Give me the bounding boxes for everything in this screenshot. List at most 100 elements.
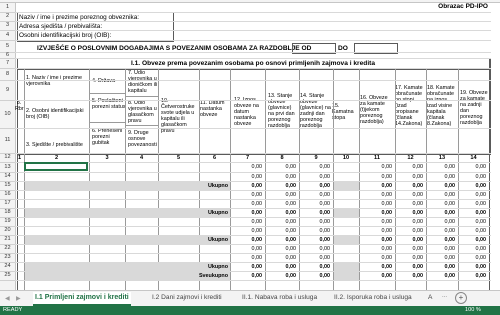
cell-value: 0,00 [319,200,331,207]
row-number[interactable]: 5 [0,43,15,49]
zoom-level[interactable]: 100 % [465,307,481,313]
subtotal-value: 0,00 [251,263,263,270]
cell-value: 0,00 [475,254,487,261]
cell-value: 0,00 [251,254,263,261]
cell-value: 0,00 [381,227,393,234]
cell-value: 0,00 [285,218,297,225]
row-number[interactable]: 24 [0,263,15,269]
column-number: 9 [314,155,318,161]
cell-value: 0,00 [381,254,393,261]
cell-value: 0,00 [381,245,393,252]
subtotal-value: 0,00 [444,236,456,243]
tab-nabava-roba[interactable]: II.1. Nabava roba i usluga [240,292,319,304]
row-number[interactable]: 1 [0,4,15,10]
tab-dani-zajmovi[interactable]: I.2 Dani zajmovi i krediti [150,292,224,304]
row-number[interactable]: 25 [0,272,15,278]
cell-value: 0,00 [412,254,424,261]
ukupno-label: Ukupno [207,209,228,216]
col-tax-loss-header: 6. Preneseni porezni gubitak [92,128,123,147]
column-number: 8 [280,155,284,161]
row-number[interactable]: 2 [0,13,15,19]
row-number[interactable]: 14 [0,173,15,179]
subtotal-value: 0,00 [285,209,297,216]
col-interest-last-day-header: 19. Obveze za kamate na zadnji dan porez… [460,90,488,127]
row-number[interactable]: 23 [0,254,15,260]
cell-value: 0,00 [251,164,263,170]
cell-value: 0,00 [319,173,331,180]
taxpayer-info-box [17,12,174,42]
subtotal-value: 0,00 [251,209,263,216]
status-bar [0,306,500,315]
scroll-left-icon[interactable]: ◀ [5,295,10,302]
cell-value: 0,00 [285,200,297,207]
subtotal-value: 0,00 [285,182,297,189]
row-number[interactable]: 19 [0,218,15,224]
scroll-right-icon[interactable]: ▶ [16,295,21,302]
cell-value: 0,00 [475,245,487,252]
row-number[interactable]: 18 [0,209,15,215]
col-rbr-header: 8. Rbr [15,100,24,113]
cell-value: 0,00 [285,254,297,261]
cell-value: 0,00 [319,218,331,225]
cell-value: 0,00 [444,227,456,234]
row-number[interactable]: 20 [0,227,15,233]
cell-value: 0,00 [412,191,424,198]
cell-value: 0,00 [319,191,331,198]
cell-value: 0,00 [412,218,424,225]
status-text: READY [3,307,23,313]
more-tabs-icon[interactable]: ... [442,293,447,299]
row-number[interactable]: 10 [0,111,15,117]
subtotal-value: 0,00 [381,263,393,270]
subtotal-value: 0,00 [412,209,424,216]
row-number[interactable]: 15 [0,182,15,188]
row-number[interactable]: 3 [0,22,15,28]
tab-isporuka-roba[interactable]: II.2. Isporuka roba i usluga [332,292,414,304]
col-interest-above-capital-header: 18. Kamate obračunate na iznos izad visi… [427,85,455,128]
subtotal-value: 0,00 [444,263,456,270]
col-seat-header: 3. Sjedište / prebivalište [26,142,83,148]
column-number: 2 [54,155,59,161]
column-number: 10 [342,155,350,161]
grand-total-value: 0,00 [319,272,331,279]
cell-value: 0,00 [319,254,331,261]
subtotal-value: 0,00 [381,236,393,243]
subtotal-value: 0,00 [285,263,297,270]
column-number: 11 [374,155,380,161]
row-number[interactable]: 22 [0,245,15,251]
selected-cell[interactable] [24,162,88,171]
row-number[interactable]: 8 [0,71,15,77]
row-number[interactable]: 13 [0,164,15,170]
subtotal-value: 0,00 [251,182,263,189]
grand-total-value: 0,00 [412,272,424,279]
subtotal-value: 0,00 [475,236,487,243]
cell-value: 0,00 [444,254,456,261]
row-number[interactable]: 11 [0,137,15,143]
col-date-header: 11. Datum nastanka obveze [200,100,225,119]
sveukupno-label: Sveukupno [198,272,228,279]
add-sheet-icon[interactable]: + [455,292,467,304]
cell-value: 0,00 [444,200,456,207]
row-number[interactable]: 17 [0,200,15,206]
col-capital-share-header: 7. Udio vjerovnika u dioničkom ili kapit… [128,70,158,95]
cell-value: 0,00 [251,200,263,207]
row-number[interactable]: 16 [0,191,15,197]
column-number: 7 [245,155,250,161]
cell-value: 0,00 [285,164,297,170]
cell-value: 0,00 [251,173,263,180]
tab-primljeni-zajmovi[interactable]: I.1 Primljeni zajmovi i krediti [33,292,131,306]
row-number[interactable]: 21 [0,236,15,242]
subtotal-value: 0,00 [412,263,424,270]
cell-value: 0,00 [251,191,263,198]
cell-value: 0,00 [412,227,424,234]
tab-a[interactable]: A [426,292,434,304]
cell-value: 0,00 [475,227,487,234]
row-number[interactable]: 7 [0,60,15,66]
cell-value: 0,00 [285,227,297,234]
subtotal-value: 0,00 [319,209,331,216]
row-number[interactable]: 12 [0,154,15,160]
row-number[interactable]: 9 [0,87,15,93]
subtotal-value: 0,00 [412,182,424,189]
cell-value: 0,00 [444,218,456,225]
cell-value: 0,00 [412,245,424,252]
row-number[interactable]: 4 [0,32,15,38]
